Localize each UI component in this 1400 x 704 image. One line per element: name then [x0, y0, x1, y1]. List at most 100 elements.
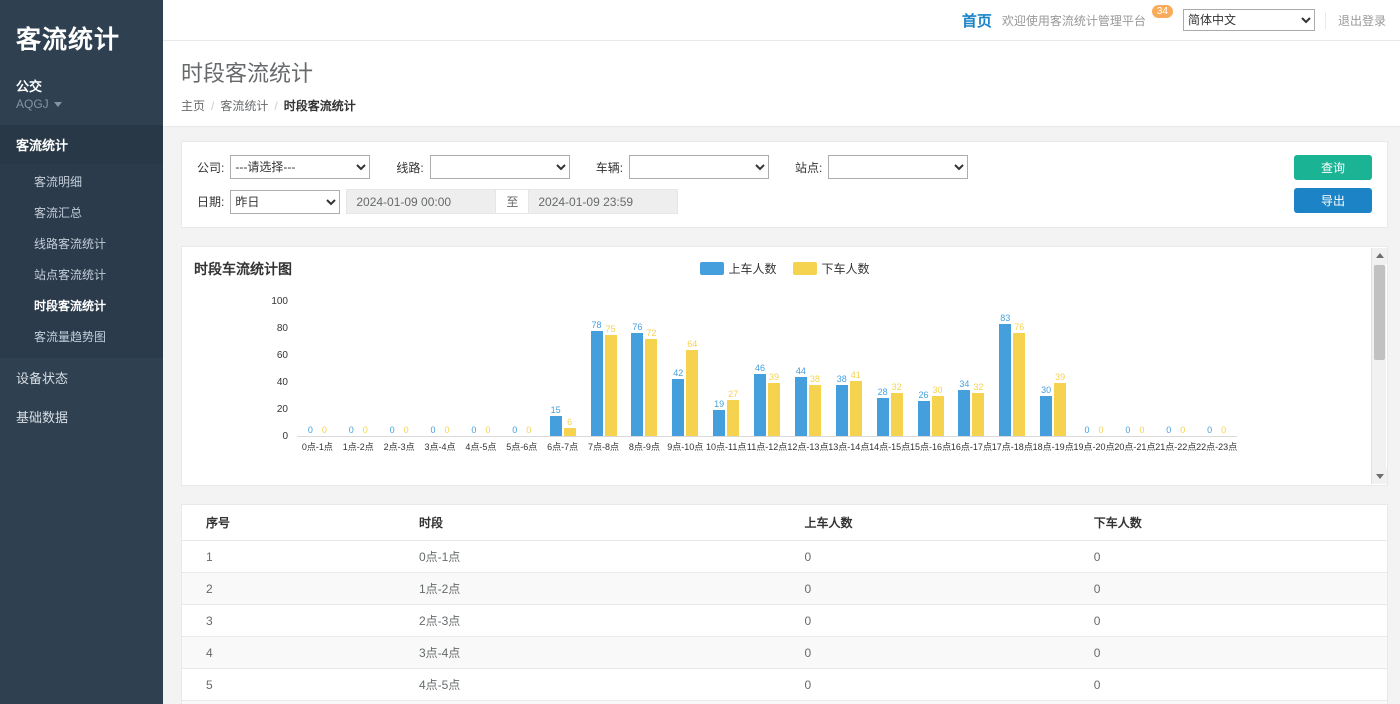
bar-value-label: 0 [1139, 425, 1144, 435]
breadcrumb-home[interactable]: 主页 [181, 97, 214, 114]
bar-group: 303918点-19点 [1033, 302, 1074, 436]
x-axis-label: 1点-2点 [343, 440, 374, 453]
org-selector[interactable]: AQGJ [0, 97, 163, 125]
x-axis-label: 18点-19点 [1033, 440, 1074, 453]
chart-scrollbar[interactable] [1371, 248, 1386, 484]
bar [631, 333, 643, 436]
sidebar-section-device-status[interactable]: 设备状态 [0, 358, 163, 397]
bar-group: 0022点-23点 [1196, 302, 1237, 436]
x-axis-label: 5点-6点 [506, 440, 537, 453]
line-select[interactable] [430, 155, 570, 179]
sidebar-item-station-stats[interactable]: 站点客流统计 [0, 259, 163, 290]
scrollbar-thumb[interactable] [1374, 265, 1385, 360]
bar-value-label: 0 [431, 425, 436, 435]
bar [877, 398, 889, 436]
x-axis-label: 13点-14点 [828, 440, 869, 453]
bar [550, 416, 562, 436]
date-start-input[interactable] [346, 189, 496, 214]
bar-group: 837617点-18点 [992, 302, 1033, 436]
bar-value-label: 0 [1099, 425, 1104, 435]
bar-value-label: 0 [445, 425, 450, 435]
table-cell: 3点-4点 [411, 637, 797, 669]
date-preset-select[interactable]: 昨日 [230, 190, 340, 214]
bar [591, 331, 603, 436]
bar [918, 401, 930, 436]
sidebar-item-passenger-detail[interactable]: 客流明细 [0, 166, 163, 197]
logout-link[interactable]: 退出登录 [1325, 12, 1386, 29]
table-header-cell: 序号 [182, 505, 411, 541]
bar-value-label: 0 [471, 425, 476, 435]
company-select[interactable]: ---请选择--- [230, 155, 370, 179]
bar-group: 78757点-8点 [583, 302, 624, 436]
stats-table-card: 序号时段上车人数下车人数 10点-1点0021点-2点0032点-3点0043点… [181, 504, 1388, 704]
sidebar-item-passenger-summary[interactable]: 客流汇总 [0, 197, 163, 228]
bar [754, 374, 766, 436]
chart-card: 时段车流统计图 上车人数 下车人数 020406080100 000点-1点00… [181, 246, 1388, 486]
bar [1013, 333, 1025, 436]
sidebar-section-passenger-stats[interactable]: 客流统计 [0, 125, 163, 164]
home-link[interactable]: 首页 [962, 10, 992, 31]
chart-title: 时段车流统计图 [194, 259, 292, 279]
app-brand: 客流统计 [0, 0, 163, 60]
bar-value-label: 0 [1221, 425, 1226, 435]
x-axis-label: 22点-23点 [1196, 440, 1237, 453]
bar-value-label: 6 [567, 417, 572, 427]
table-cell: 0 [1086, 573, 1387, 605]
bar-value-label: 0 [1180, 425, 1185, 435]
chart-y-axis: 020406080100 [242, 302, 288, 437]
bar-value-label: 0 [404, 425, 409, 435]
station-select[interactable] [828, 155, 968, 179]
language-select[interactable]: 简体中文 [1183, 9, 1315, 31]
vehicle-select[interactable] [629, 155, 769, 179]
table-cell: 1 [182, 541, 411, 573]
x-axis-label: 0点-1点 [302, 440, 333, 453]
x-axis-label: 2点-3点 [384, 440, 415, 453]
bar-value-label: 0 [526, 425, 531, 435]
query-button[interactable]: 查询 [1294, 155, 1372, 180]
legend-item-boarding[interactable]: 上车人数 [699, 260, 776, 277]
notification-badge[interactable]: 34 [1152, 5, 1173, 18]
sidebar-item-trend-chart[interactable]: 客流量趋势图 [0, 321, 163, 352]
y-axis-tick: 60 [242, 350, 288, 361]
legend-item-alighting[interactable]: 下车人数 [793, 260, 870, 277]
sidebar-submenu: 客流明细 客流汇总 线路客流统计 站点客流统计 时段客流统计 客流量趋势图 [0, 164, 163, 358]
bar [836, 385, 848, 436]
bar-value-label: 72 [646, 328, 656, 338]
chart-legend: 上车人数 下车人数 [699, 260, 869, 277]
table-cell: 2 [182, 573, 411, 605]
bar-value-label: 0 [390, 425, 395, 435]
bar-value-label: 0 [512, 425, 517, 435]
bar-group: 283214点-15点 [869, 302, 910, 436]
sidebar-item-period-stats[interactable]: 时段客流统计 [0, 290, 163, 321]
date-end-input[interactable] [528, 189, 678, 214]
scroll-up-icon[interactable] [1372, 248, 1387, 263]
x-axis-label: 4点-5点 [465, 440, 496, 453]
scroll-down-icon[interactable] [1372, 469, 1387, 484]
bar [768, 383, 780, 436]
bar-value-label: 0 [322, 425, 327, 435]
sidebar-section-base-data[interactable]: 基础数据 [0, 397, 163, 436]
sidebar-nav: 客流统计 客流明细 客流汇总 线路客流统计 站点客流统计 时段客流统计 客流量趋… [0, 125, 163, 436]
bar-group: 443812点-13点 [788, 302, 829, 436]
table-cell: 0 [1086, 637, 1387, 669]
breadcrumb-passenger-stats[interactable]: 客流统计 [220, 97, 277, 114]
bar-value-label: 76 [632, 322, 642, 332]
bar-value-label: 0 [1207, 425, 1212, 435]
filter-row-2: 日期: 昨日 至 [197, 189, 1372, 214]
export-button[interactable]: 导出 [1294, 188, 1372, 213]
app-title: 客流统计 [16, 20, 147, 56]
x-axis-label: 17点-18点 [992, 440, 1033, 453]
page-title: 时段客流统计 [181, 56, 1380, 88]
table-row: 32点-3点00 [182, 605, 1387, 637]
y-axis-tick: 20 [242, 404, 288, 415]
bar-value-label: 64 [687, 339, 697, 349]
stats-table-body: 10点-1点0021点-2点0032点-3点0043点-4点0054点-5点00… [182, 541, 1387, 704]
sidebar-item-line-stats[interactable]: 线路客流统计 [0, 228, 163, 259]
legend-label-alighting: 下车人数 [822, 260, 870, 277]
table-cell: 5 [182, 669, 411, 701]
station-label: 站点: [795, 159, 822, 176]
bar-value-label: 76 [1014, 322, 1024, 332]
bar-value-label: 83 [1000, 313, 1010, 323]
y-axis-tick: 80 [242, 323, 288, 334]
vehicle-label: 车辆: [596, 159, 623, 176]
